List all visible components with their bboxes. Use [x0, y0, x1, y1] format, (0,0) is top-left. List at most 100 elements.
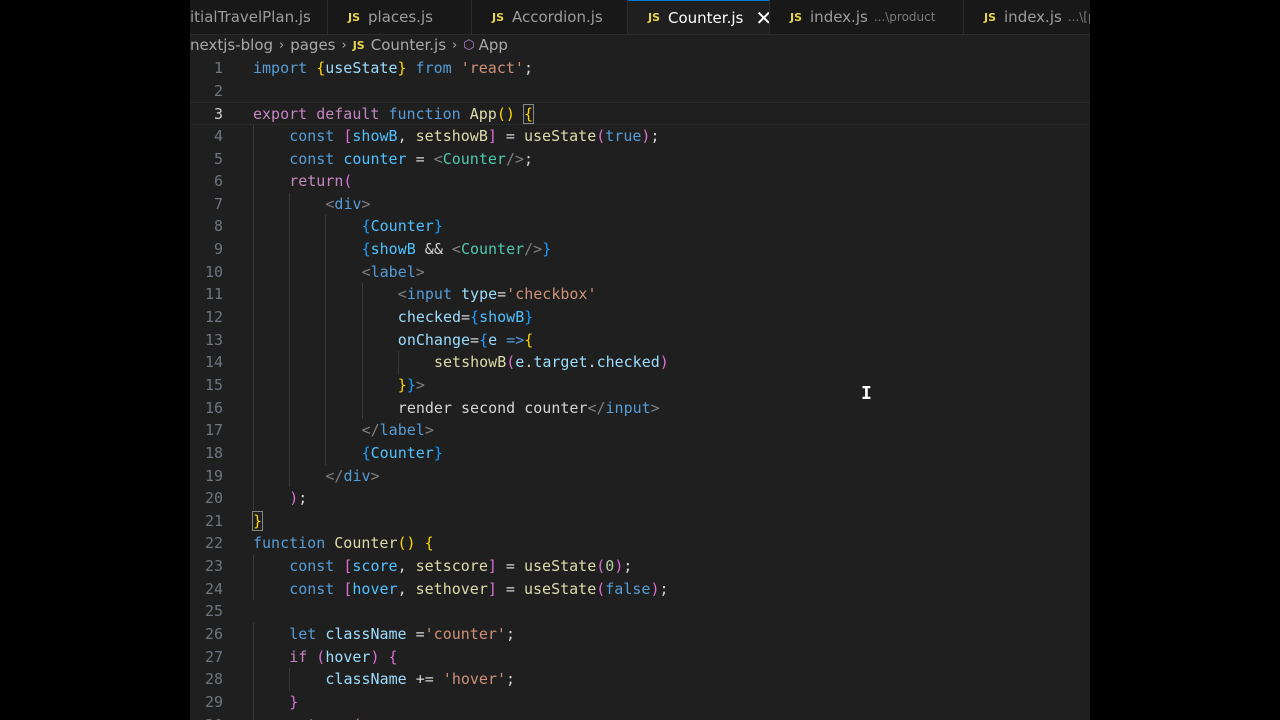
code-token: && — [415, 240, 452, 259]
indent-guide — [253, 283, 254, 307]
code-token: 'counter' — [424, 625, 506, 644]
breadcrumb-item[interactable]: App — [479, 36, 508, 54]
tab-index-js[interactable]: JS index.js ...\product — [770, 0, 964, 34]
code-area[interactable]: 1 import {useState} from 'react'; 2 3 export… — [190, 57, 1090, 720]
code-line[interactable]: 29} — [190, 690, 1090, 714]
tab-places-js[interactable]: JS places.js — [328, 0, 472, 34]
code-text: <div> — [325, 193, 370, 216]
code-editor[interactable]: itialTravelPlan.js JS places.js JS Accordion… — [190, 0, 1090, 720]
code-line[interactable]: 28 className += 'hover'; — [190, 668, 1090, 691]
code-line[interactable]: 26 let className ='counter'; — [190, 623, 1090, 646]
code-text: </div> — [325, 465, 379, 488]
code-line[interactable]: 6 return( — [190, 170, 1090, 193]
code-token: function — [253, 534, 335, 553]
code-line[interactable]: 9 {showB && <Counter/>} — [190, 238, 1090, 261]
code-token: = — [496, 126, 524, 145]
tab-counter-js[interactable]: JS Counter.js ✕ — [628, 0, 770, 34]
code-token: ( — [352, 716, 361, 720]
code-token: ( — [596, 126, 606, 145]
code-token: return — [289, 716, 352, 720]
code-line[interactable]: 22 function Counter() { — [190, 532, 1090, 555]
tab-itialtravelplan-js[interactable]: itialTravelPlan.js — [190, 0, 328, 34]
breadcrumb-item[interactable]: Counter.js — [371, 36, 446, 54]
line-number: 30 — [190, 714, 223, 720]
code-token: 0 — [605, 557, 615, 576]
breadcrumb-item[interactable]: pages — [290, 36, 335, 54]
indent-guide — [289, 464, 291, 488]
code-line[interactable]: 21} — [190, 510, 1090, 533]
code-token: } — [542, 240, 552, 259]
line-number: 23 — [204, 557, 223, 576]
code-token: className — [325, 670, 407, 689]
line-number: 2 — [213, 81, 223, 100]
code-line[interactable]: 5 const counter = <Counter/>; — [190, 147, 1090, 171]
code-token: </ — [361, 421, 380, 440]
indent-guide — [253, 464, 254, 488]
indent-guide — [289, 192, 291, 216]
line-number: 16 — [204, 398, 223, 417]
code-line[interactable]: 30 return ( — [190, 713, 1090, 720]
code-line[interactable]: 4 const [showB, setshowB] = useState(true… — [190, 124, 1090, 148]
code-line[interactable]: 11 <input type='checkbox' — [190, 283, 1090, 307]
code-line[interactable]: 8 {Counter} — [190, 215, 1090, 239]
code-line[interactable]: 17 </label> — [190, 419, 1090, 442]
code-token: < — [433, 149, 443, 168]
code-line[interactable]: 13 onChange={e =>{ — [190, 328, 1090, 352]
code-line[interactable]: 1 import {useState} from 'react'; — [190, 57, 1090, 80]
code-token: ; — [650, 126, 660, 145]
code-line[interactable]: 10 <label> — [190, 260, 1090, 284]
breadcrumb-item[interactable]: nextjs-blog — [190, 36, 273, 54]
tab-label: Counter.js — [668, 8, 744, 27]
code-text: let className ='counter'; — [289, 623, 515, 646]
code-token: { — [522, 104, 534, 125]
indent-guide — [361, 306, 363, 329]
tab-accordion-js[interactable]: JS Accordion.js — [472, 0, 628, 34]
code-line[interactable]: 25 — [190, 600, 1090, 623]
code-line[interactable]: 24 const [hover, sethover] = useState(fal… — [190, 577, 1090, 601]
indent-guide — [325, 351, 327, 374]
indent-guide — [325, 441, 327, 465]
code-token: useState — [524, 126, 597, 145]
indent-guide — [253, 124, 254, 148]
code-token: ( — [343, 172, 353, 191]
code-line[interactable]: 2 — [190, 80, 1090, 103]
line-number: 1 — [213, 59, 223, 77]
code-line[interactable]: 14 setshowB(e.target.checked) — [190, 351, 1090, 374]
code-token: } — [397, 59, 407, 77]
tab-path-hint: ...\[pr — [1067, 10, 1090, 24]
line-number: 15 — [204, 375, 223, 394]
tab-label: index.js — [810, 8, 868, 26]
indent-guide — [253, 396, 254, 420]
code-line[interactable]: 16 render second counter</input> — [190, 396, 1090, 420]
code-token: useState — [524, 557, 597, 576]
code-token: { — [479, 330, 489, 349]
code-line[interactable]: 18 {Counter} — [190, 441, 1090, 465]
code-token: render second counter — [397, 398, 588, 417]
code-line[interactable]: 27 if (hover) { — [190, 645, 1090, 669]
code-token: () — [496, 105, 524, 124]
code-token: 'checkbox' — [506, 285, 597, 304]
code-line[interactable]: 3 export default function App() { — [190, 102, 1090, 125]
code-token: > — [650, 398, 660, 417]
code-token: const — [289, 149, 344, 168]
text-cursor-icon: I — [861, 383, 872, 404]
line-number: 9 — [213, 240, 223, 259]
code-token: > — [415, 375, 425, 394]
line-number: 12 — [204, 308, 223, 327]
code-line[interactable]: 19 </div> — [190, 464, 1090, 488]
code-line[interactable]: 7 <div> — [190, 192, 1090, 216]
code-token: score — [352, 557, 398, 576]
code-line[interactable]: 20); — [190, 487, 1090, 510]
indent-guide — [253, 215, 254, 239]
tab-index-js[interactable]: JS index.js ...\[pr — [964, 0, 1090, 34]
indent-guide — [289, 373, 291, 397]
code-token: checked — [397, 308, 462, 327]
code-line[interactable]: 15}}> — [190, 373, 1090, 397]
code-line[interactable]: 23 const [score, setscore] = useState(0); — [190, 555, 1090, 578]
code-token: ] — [487, 579, 497, 598]
code-token: = — [496, 579, 524, 598]
close-tab-icon[interactable]: ✕ — [755, 8, 769, 28]
code-line[interactable]: 12 checked={showB} — [190, 306, 1090, 329]
code-text: onChange={e =>{ — [398, 329, 533, 352]
code-token: ] — [487, 126, 497, 145]
